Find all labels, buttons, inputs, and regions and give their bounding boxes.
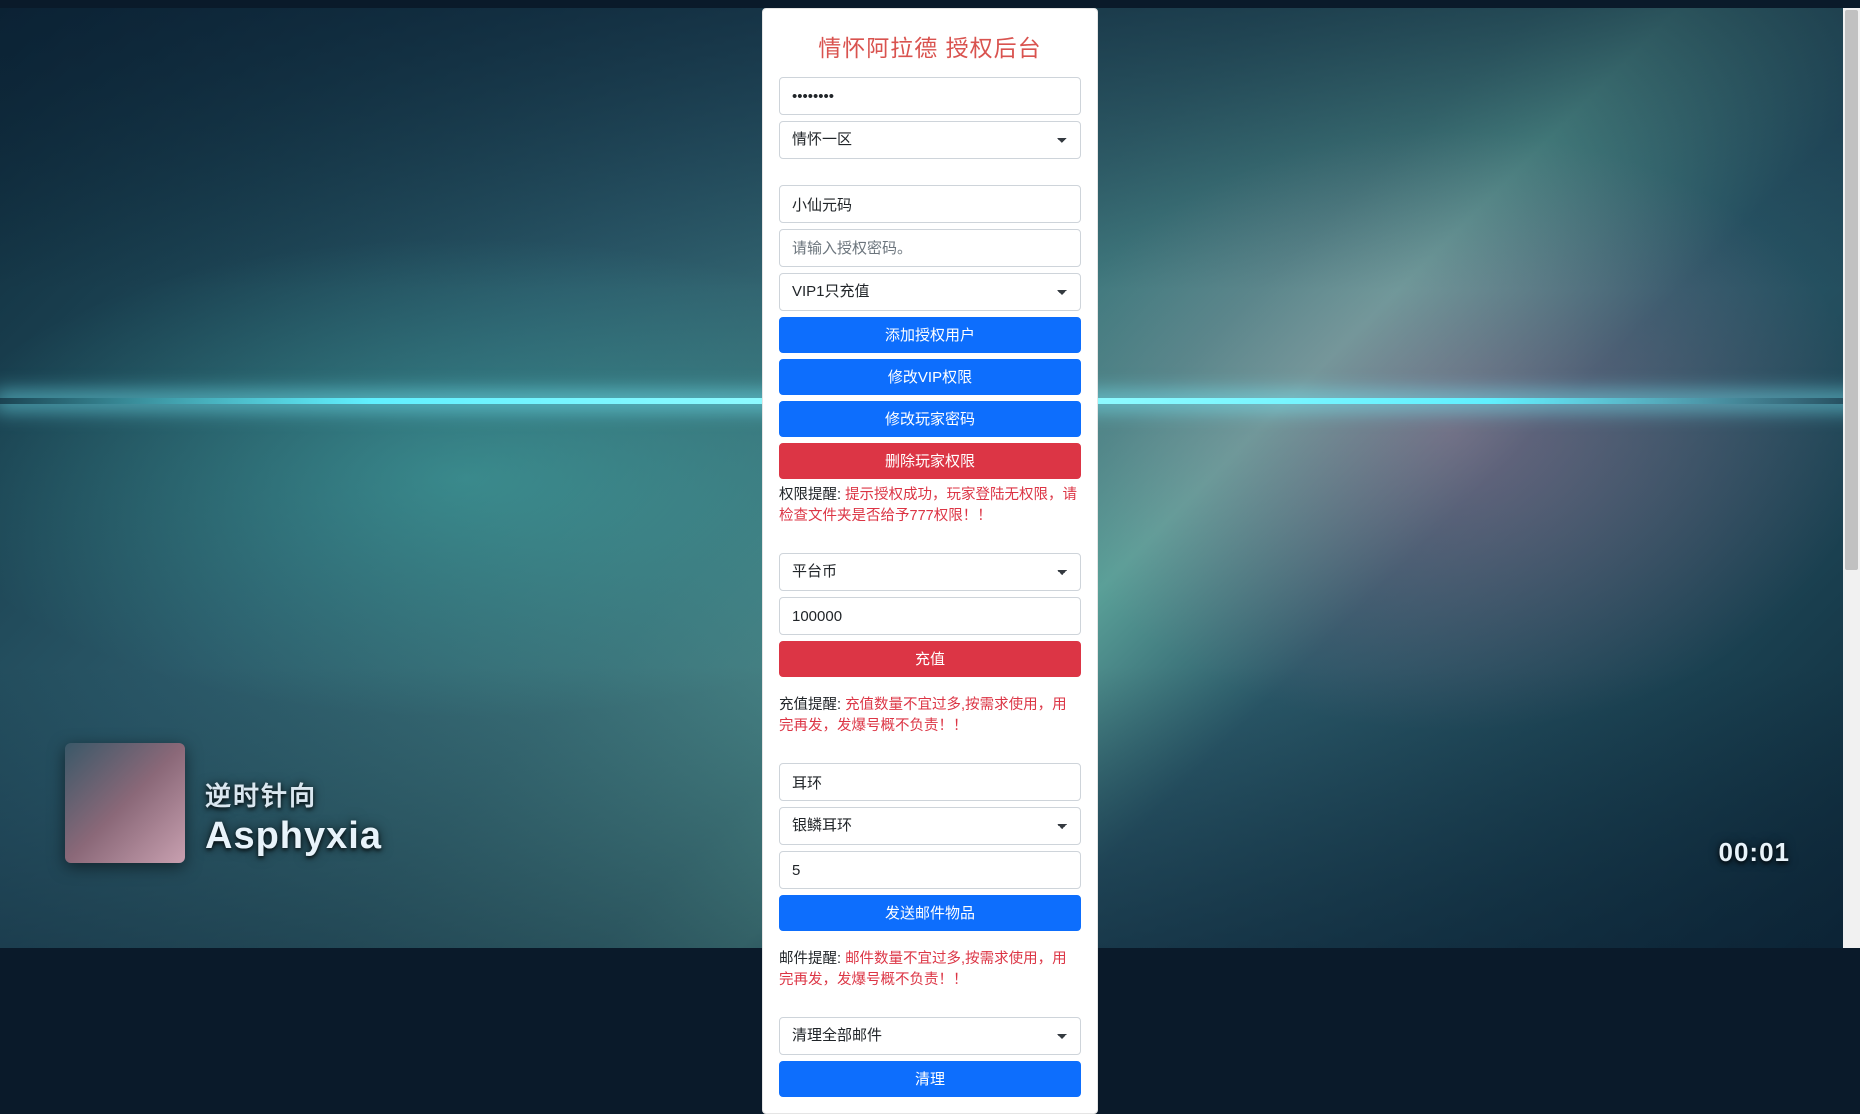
zone-select[interactable]: 情怀一区: [779, 121, 1081, 159]
modify-password-button[interactable]: 修改玩家密码: [779, 401, 1081, 437]
auth-password-input[interactable]: [779, 229, 1081, 267]
vip-level-select[interactable]: VIP1只充值: [779, 273, 1081, 311]
add-auth-user-button[interactable]: 添加授权用户: [779, 317, 1081, 353]
page-title: 情怀阿拉德 授权后台: [779, 29, 1081, 63]
recharge-amount-input[interactable]: [779, 597, 1081, 635]
track-title: Asphyxia: [205, 815, 382, 858]
cleanup-button[interactable]: 清理: [779, 1061, 1081, 1097]
currency-select[interactable]: 平台币: [779, 553, 1081, 591]
item-qty-input[interactable]: [779, 851, 1081, 889]
item-category-input[interactable]: [779, 763, 1081, 801]
modify-vip-button[interactable]: 修改VIP权限: [779, 359, 1081, 395]
album-thumbnail: [65, 743, 185, 863]
item-select[interactable]: 银鳞耳环: [779, 807, 1081, 845]
play-timer: 00:01: [1719, 837, 1791, 868]
send-mail-button[interactable]: 发送邮件物品: [779, 895, 1081, 931]
scrollbar-thumb[interactable]: [1845, 10, 1858, 570]
track-subtitle: 逆时针向: [205, 776, 317, 813]
recharge-button[interactable]: 充值: [779, 641, 1081, 677]
auth-code-input[interactable]: [779, 185, 1081, 223]
vertical-scrollbar[interactable]: [1843, 8, 1860, 948]
mail-hint: 邮件提醒: 邮件数量不宜过多,按需求使用，用完再发，发爆号概不负责！！: [779, 949, 1081, 991]
recharge-hint: 充值提醒: 充值数量不宜过多,按需求使用，用完再发，发爆号概不负责！！: [779, 695, 1081, 737]
permission-hint: 权限提醒: 提示授权成功，玩家登陆无权限，请检查文件夹是否给予777权限！！: [779, 485, 1081, 527]
cleanup-select[interactable]: 清理全部邮件: [779, 1017, 1081, 1055]
delete-permission-button[interactable]: 删除玩家权限: [779, 443, 1081, 479]
account-password-input[interactable]: [779, 77, 1081, 115]
admin-panel: 情怀阿拉德 授权后台 情怀一区 VIP1只充值 添加授权用户 修改VIP权限 修…: [762, 8, 1098, 1114]
